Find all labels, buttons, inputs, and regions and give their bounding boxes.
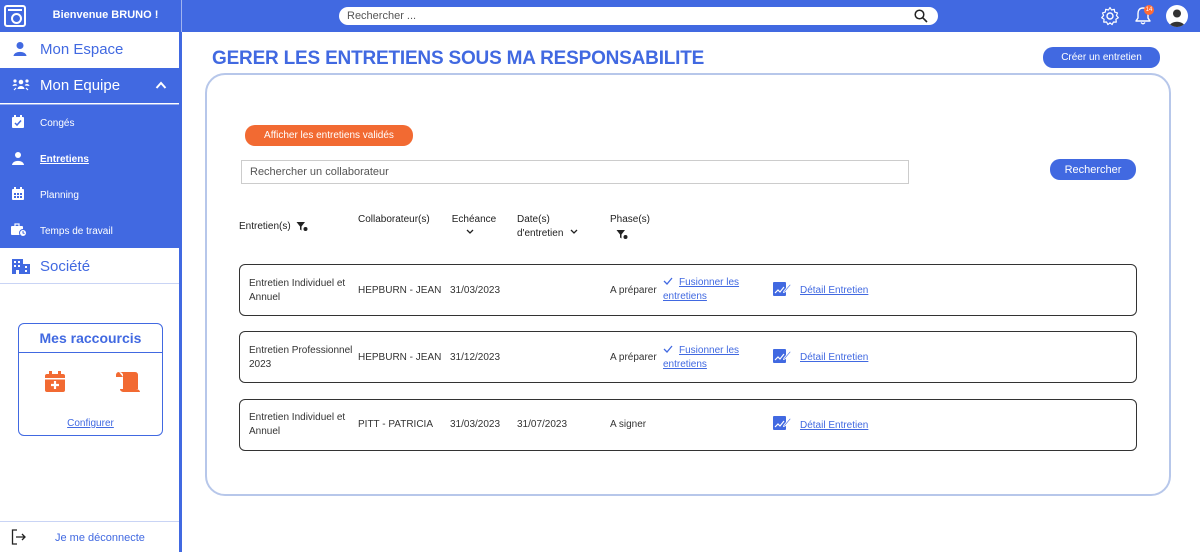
phase-status: A signer (610, 419, 647, 430)
global-search-input[interactable] (347, 9, 907, 23)
interview-detail-link[interactable]: Détail Entretien (800, 351, 868, 365)
user-icon (13, 42, 27, 56)
merge-interviews-link[interactable]: Fusionner les entretiens (663, 344, 763, 372)
global-search (339, 7, 938, 25)
edit-document-icon[interactable] (773, 281, 791, 297)
create-interview-button[interactable]: Créer un entretien (1043, 47, 1160, 68)
check-icon (663, 277, 673, 285)
gear-icon[interactable] (1100, 6, 1120, 26)
collaborator-name: HEPBURN - JEAN (358, 285, 442, 296)
interview-date: 31/07/2023 (517, 419, 568, 430)
table-row: Entretien Individuel et Annuel PITT - PAT… (239, 399, 1137, 451)
sidebar-item-conges[interactable]: Congés (0, 105, 179, 141)
sidebar-item-label: Congés (40, 118, 75, 129)
sidebar-item-label: Temps de travail (40, 226, 113, 237)
column-header-label: Entretien(s) (239, 221, 291, 232)
calendar-add-icon[interactable] (44, 371, 66, 393)
interview-type: Entretien Individuel et Annuel (249, 412, 346, 437)
sidebar-item-entretiens[interactable]: Entretiens (0, 141, 179, 177)
interview-detail-link[interactable]: Détail Entretien (800, 419, 868, 433)
column-header-label: Date(s) (517, 214, 550, 225)
sidebar-item-mon-espace[interactable]: Mon Espace (0, 32, 179, 67)
column-header-dates[interactable]: Date(s) d'entretien (517, 213, 579, 241)
top-bar: Bienvenue BRUNO ! 14 (0, 0, 1200, 32)
due-date: 31/03/2023 (450, 285, 501, 296)
show-validated-button[interactable]: Afficher les entretiens validés (245, 125, 413, 146)
chevron-down-icon[interactable] (465, 228, 475, 236)
edit-document-icon[interactable] (773, 348, 791, 364)
column-header-label: Echéance (451, 214, 497, 225)
sidebar-item-societe[interactable]: Société (0, 249, 179, 284)
user-avatar-icon (1169, 9, 1185, 27)
sidebar-item-label: Entretiens (40, 154, 89, 165)
team-icon (12, 79, 30, 91)
interview-type: Entretien Professionnel 2023 (249, 345, 353, 370)
building-icon (12, 259, 30, 274)
column-header-label: d'entretien (517, 228, 564, 239)
calendar-grid-icon (12, 187, 24, 200)
avatar[interactable] (1166, 5, 1188, 27)
column-header-echeance[interactable]: Echéance (450, 213, 498, 241)
collaborator-name: HEPBURN - JEAN (358, 352, 442, 363)
collaborator-name: PITT - PATRICIA (358, 419, 434, 430)
briefcase-clock-icon (11, 223, 27, 237)
column-header-collaborateurs[interactable]: Collaborateur(s) (358, 213, 430, 227)
person-icon (12, 152, 24, 165)
check-icon (663, 345, 673, 353)
logout-icon (11, 529, 26, 545)
sidebar-item-planning[interactable]: Planning (0, 177, 179, 213)
sidebar-item-label: Société (40, 257, 91, 275)
page-title: GERER LES ENTRETIENS SOUS MA RESPONSABIL… (212, 48, 705, 69)
sidebar-item-temps-de-travail[interactable]: Temps de travail (0, 213, 179, 249)
notification-badge: 14 (1144, 5, 1154, 15)
shortcuts-panel: Mes raccourcis Configurer (18, 323, 163, 436)
phase-status: A préparer (610, 352, 657, 363)
chevron-down-icon[interactable] (569, 228, 579, 236)
due-date: 31/03/2023 (450, 419, 501, 430)
logout-label: Je me déconnecte (55, 532, 145, 544)
logout-button[interactable]: Je me déconnecte (0, 521, 179, 552)
top-separator (181, 0, 182, 32)
configure-link[interactable]: Configurer (19, 418, 162, 429)
sidebar: Mon Espace Mon Equipe Congés Entretiens … (0, 32, 182, 552)
sidebar-item-label: Mon Espace (40, 41, 124, 58)
merge-interviews-link[interactable]: Fusionner les entretiens (663, 276, 763, 304)
sidebar-item-label: Planning (40, 190, 79, 201)
search-icon[interactable] (914, 9, 928, 23)
table-row: Entretien Professionnel 2023 HEPBURN - JE… (239, 331, 1137, 383)
shortcuts-title: Mes raccourcis (19, 324, 162, 353)
column-header-entretiens[interactable]: Entretien(s) (239, 220, 308, 234)
sidebar-item-label: Mon Equipe (40, 77, 121, 94)
chevron-up-icon[interactable] (155, 80, 167, 90)
filter-icon[interactable] (296, 221, 308, 232)
interview-detail-link[interactable]: Détail Entretien (800, 284, 868, 298)
edit-document-icon[interactable] (773, 415, 791, 431)
column-header-label: Phase(s) (610, 214, 651, 225)
table-row: Entretien Individuel et Annuel HEPBURN - … (239, 264, 1137, 316)
team-submenu: Congés Entretiens Planning Temps de trav… (0, 104, 179, 248)
filter-icon[interactable] (616, 229, 628, 240)
calendar-check-icon (12, 115, 24, 128)
due-date: 31/12/2023 (450, 352, 501, 363)
scroll-icon[interactable] (115, 371, 141, 393)
welcome-text: Bienvenue BRUNO ! (52, 9, 159, 21)
search-button[interactable]: Rechercher (1050, 159, 1136, 180)
sidebar-item-mon-equipe[interactable]: Mon Equipe (0, 68, 179, 103)
collaborator-search (241, 160, 909, 184)
collaborator-search-input[interactable] (242, 161, 908, 183)
column-header-phases[interactable]: Phase(s) (610, 213, 650, 245)
phase-status: A préparer (610, 285, 657, 296)
interview-type: Entretien Individuel et Annuel (249, 278, 346, 303)
